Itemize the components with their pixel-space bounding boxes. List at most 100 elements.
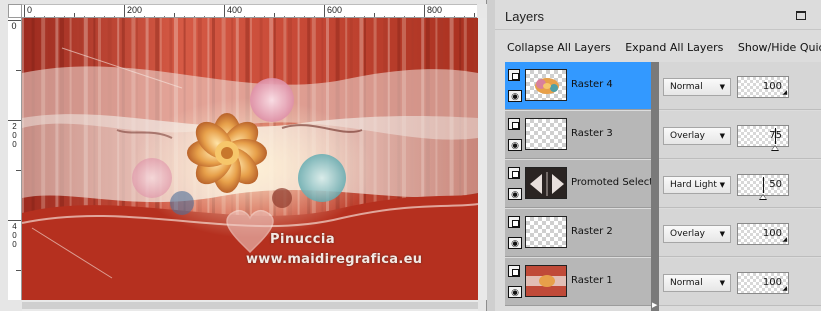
horizontal-ruler: 0 200 400 600 800: [22, 4, 477, 18]
eye-icon[interactable]: ◉: [508, 90, 522, 102]
resize-grip-icon: ◢: [782, 90, 787, 96]
watermark-name: Pinuccia: [270, 232, 336, 247]
opacity-value: 100: [762, 277, 782, 288]
layer-name: Raster 3: [571, 128, 613, 139]
opacity-value: 50: [769, 179, 782, 190]
resize-grip-icon: ◢: [782, 286, 787, 292]
vertical-ruler-ticks: [8, 20, 21, 271]
promoted-selection-thumb: [526, 168, 566, 198]
eye-icon[interactable]: ◉: [508, 139, 522, 151]
maximize-icon[interactable]: [796, 11, 806, 20]
opacity-handle[interactable]: [759, 194, 767, 200]
layer-thumbnail: [525, 265, 567, 297]
opacity-handle[interactable]: [771, 145, 779, 151]
layer-thumbnail: [525, 69, 567, 101]
chevron-down-icon: ▼: [719, 230, 725, 238]
eye-icon[interactable]: ◉: [508, 237, 522, 249]
opacity-marker: [763, 177, 764, 193]
canvas-vertical-scrollbar[interactable]: [478, 18, 487, 300]
horizontal-ruler-ticks: [24, 5, 475, 17]
blend-mode-label: Overlay: [670, 229, 705, 239]
palette-title: Layers: [505, 9, 545, 24]
layer-row[interactable]: ◉ Raster 2 Overlay ▼ 100 ◢: [505, 209, 821, 258]
opacity-slider[interactable]: 75: [737, 125, 789, 151]
ruler-label-200: 200: [127, 5, 143, 15]
layer-properties: Normal ▼ 100 ◢: [659, 62, 821, 110]
blend-mode-select[interactable]: Hard Light ▼: [663, 176, 731, 194]
ruler-label-0: 0: [27, 5, 33, 15]
blend-mode-label: Normal: [670, 278, 703, 288]
layer-properties: Hard Light ▼ 50: [659, 160, 821, 208]
layer-row[interactable]: ◉ Raster 3 Overlay ▼ 75: [505, 111, 821, 160]
layers-palette: Layers Collapse All Layers Expand All La…: [495, 0, 821, 311]
layer-item[interactable]: ◉ Raster 1: [505, 258, 651, 306]
chevron-down-icon: ▼: [719, 83, 725, 91]
ruler-label-400: 400: [227, 5, 243, 15]
eye-icon[interactable]: ◉: [508, 286, 522, 298]
layer-item[interactable]: ◉ Raster 4: [505, 62, 651, 110]
resize-grip-icon: ◢: [782, 237, 787, 243]
watermark-url: www.maidiregrafica.eu: [246, 252, 423, 267]
blend-mode-label: Overlay: [670, 131, 705, 141]
layer-name: Raster 2: [571, 226, 613, 237]
layers-toolbar: Collapse All Layers Expand All Layers Sh…: [507, 38, 821, 54]
opacity-slider[interactable]: 100 ◢: [737, 272, 789, 294]
opacity-slider[interactable]: 100 ◢: [737, 223, 789, 245]
blend-mode-label: Hard Light: [670, 180, 717, 190]
raster1-thumb: [526, 266, 566, 296]
canvas-window: 0 200 400 600 800 0 200 400 Pinuccia www…: [0, 0, 487, 311]
layer-group-icon[interactable]: [508, 265, 520, 277]
ruler-label-600: 600: [327, 5, 343, 15]
layer-thumbnail: [525, 167, 567, 199]
chevron-down-icon: ▼: [719, 181, 725, 189]
scroll-right-arrow-icon[interactable]: ▶: [652, 301, 657, 309]
layer-name: Raster 4: [571, 79, 613, 90]
layer-item[interactable]: ◉ Raster 3: [505, 111, 651, 159]
ruler-left-label-400: 400: [10, 222, 19, 249]
opacity-value: 100: [762, 81, 782, 92]
opacity-slider[interactable]: 100 ◢: [737, 76, 789, 98]
layer-list-scrollbar[interactable]: ▶: [651, 62, 659, 311]
show-hide-quick-search-button[interactable]: Show/Hide Quick Se: [738, 40, 821, 56]
ruler-corner: [8, 4, 22, 18]
raster4-thumb: [535, 78, 559, 94]
chevron-down-icon: ▼: [719, 132, 725, 140]
layer-group-icon[interactable]: [508, 69, 520, 81]
layer-row[interactable]: ◉ Promoted Selection Hard Light ▼ 50: [505, 160, 821, 209]
layer-row[interactable]: ◉ Raster 1 Normal ▼ 100 ◢: [505, 258, 821, 307]
opacity-value: 100: [762, 228, 782, 239]
blend-mode-select[interactable]: Normal ▼: [663, 274, 731, 292]
layer-group-icon[interactable]: [508, 118, 520, 130]
blend-mode-select[interactable]: Overlay ▼: [663, 225, 731, 243]
layer-group-icon[interactable]: [508, 216, 520, 228]
blend-mode-label: Normal: [670, 82, 703, 92]
title-separator: [495, 29, 821, 30]
ruler-label-800: 800: [427, 5, 443, 15]
ruler-scroll-corner: [477, 4, 487, 18]
layer-group-icon[interactable]: [508, 167, 520, 179]
canvas-horizontal-scrollbar[interactable]: [22, 300, 478, 311]
blend-mode-select[interactable]: Overlay ▼: [663, 127, 731, 145]
opacity-slider[interactable]: 50: [737, 174, 789, 200]
layer-item[interactable]: ◉ Raster 2: [505, 209, 651, 257]
ruler-left-label-0: 0: [11, 21, 17, 31]
chevron-down-icon: ▼: [719, 279, 725, 287]
vertical-ruler: 0 200 400: [8, 18, 22, 300]
layer-thumbnail: [525, 216, 567, 248]
layer-properties: Normal ▼ 100 ◢: [659, 258, 821, 306]
blend-mode-select[interactable]: Normal ▼: [663, 78, 731, 96]
scrollbar-thumb[interactable]: [22, 302, 478, 309]
opacity-marker: [775, 128, 776, 144]
layer-row[interactable]: ◉ Raster 4 Normal ▼ 100 ◢: [505, 62, 821, 111]
layer-name: Raster 1: [571, 275, 613, 286]
eye-icon[interactable]: ◉: [508, 188, 522, 200]
image-canvas[interactable]: Pinuccia www.maidiregrafica.eu: [22, 18, 478, 300]
panel-divider: [487, 0, 495, 311]
expand-all-button[interactable]: Expand All Layers: [625, 40, 723, 56]
layer-list: ◉ Raster 4 Normal ▼ 100 ◢ ◉ Raster 3 Ove…: [505, 62, 821, 311]
layer-item[interactable]: ◉ Promoted Selection: [505, 160, 668, 208]
collapse-all-button[interactable]: Collapse All Layers: [507, 40, 611, 56]
layer-thumbnail: [525, 118, 567, 150]
ruler-left-label-200: 200: [10, 122, 19, 149]
layer-properties: Overlay ▼ 100 ◢: [659, 209, 821, 257]
